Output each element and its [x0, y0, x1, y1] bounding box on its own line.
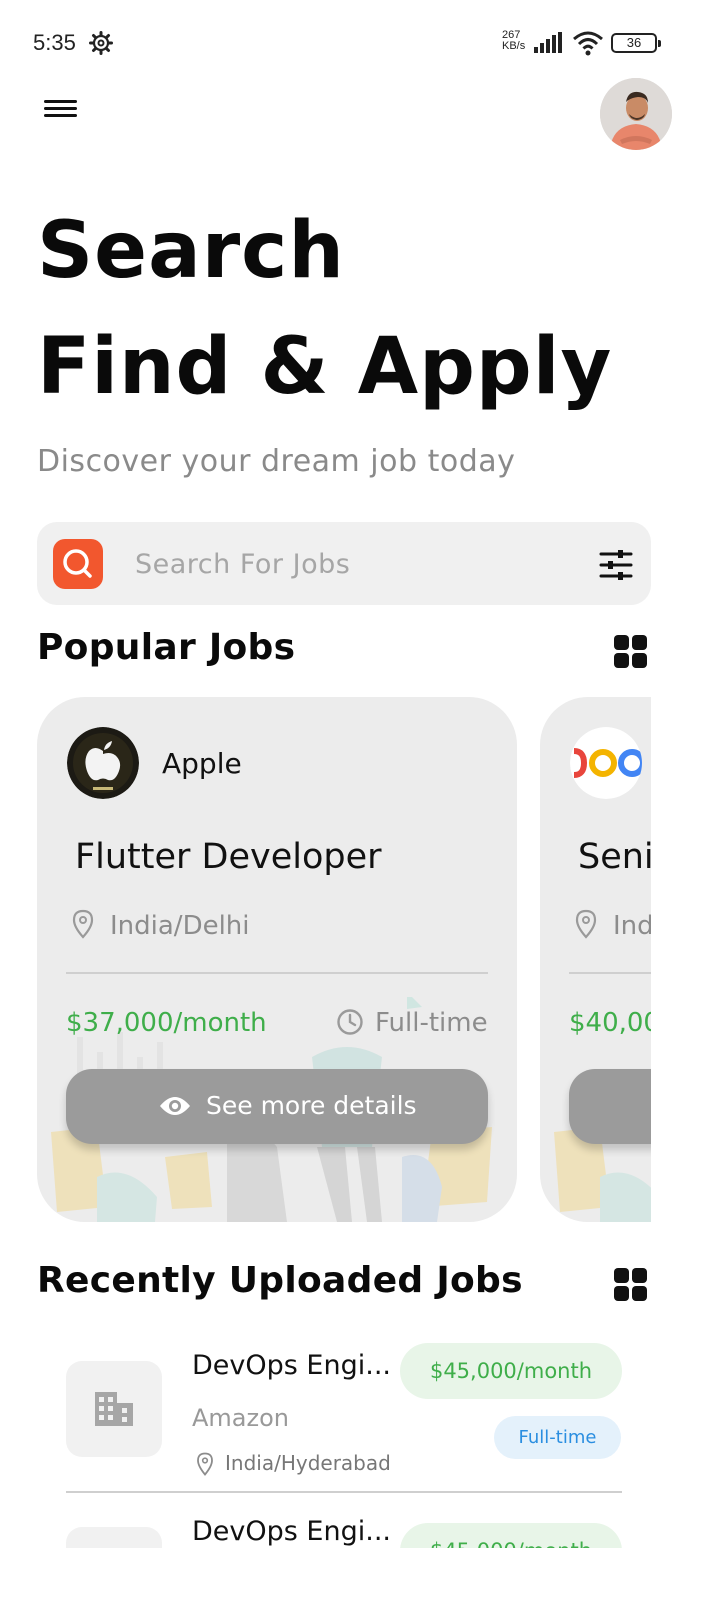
- recent-job-title: DevOps Engi...: [192, 1516, 391, 1547]
- card-divider: [569, 972, 651, 974]
- network-speed: 267 KB/s: [502, 30, 525, 52]
- hero-title-line1: Search: [37, 206, 345, 296]
- grid-cell: [614, 653, 629, 668]
- hero-title-line2: Find & Apply: [37, 322, 613, 412]
- popular-jobs-title: Popular Jobs: [37, 627, 296, 668]
- eye-icon: [160, 1097, 190, 1115]
- job-location: India/Delhi: [110, 911, 250, 941]
- grid-cell: [632, 635, 647, 650]
- recent-job-company: Amazon: [192, 1404, 289, 1432]
- location-pin-icon: [575, 909, 597, 939]
- recent-job-location: India/Hyderabad: [225, 1451, 391, 1475]
- google-logo-icon: [570, 727, 642, 799]
- grid-cell: [632, 653, 647, 668]
- battery-indicator: 36: [611, 33, 661, 53]
- network-speed-unit: KB/s: [502, 40, 526, 52]
- search-bar: [37, 522, 651, 605]
- see-more-details-button[interactable]: See more details: [66, 1069, 488, 1144]
- job-title: Senic: [578, 837, 651, 877]
- signal-icon: [534, 32, 562, 53]
- menu-icon[interactable]: [44, 96, 80, 126]
- recent-jobs-title: Recently Uploaded Jobs: [37, 1260, 523, 1301]
- building-icon: [95, 1392, 133, 1426]
- apple-logo-icon: [67, 727, 139, 799]
- gear-icon: [89, 31, 113, 55]
- search-icon: [63, 549, 92, 578]
- search-button[interactable]: [53, 539, 103, 589]
- job-salary: $40,00: [569, 1008, 651, 1038]
- apple-logo: [67, 727, 139, 799]
- grid-cell: [614, 1268, 629, 1283]
- grid-cell: [614, 635, 629, 650]
- location-pin-icon: [72, 909, 94, 939]
- status-bar: 5:35 267 KB/s 36: [0, 0, 702, 88]
- job-salary: $37,000/month: [66, 1008, 267, 1038]
- recent-job-title: DevOps Engi...: [192, 1350, 391, 1381]
- hero-subtitle: Discover your dream job today: [37, 444, 516, 479]
- grid-view-icon[interactable]: [614, 635, 648, 669]
- card-divider: [66, 972, 488, 974]
- avatar[interactable]: [600, 78, 672, 150]
- see-more-details-button[interactable]: [569, 1069, 651, 1144]
- job-type-badge: Full-time: [494, 1416, 621, 1459]
- grid-cell: [632, 1268, 647, 1283]
- popular-jobs-carousel[interactable]: Apple Flutter Developer India/Delhi $37,…: [37, 697, 651, 1222]
- location-pin-icon: [197, 1452, 213, 1476]
- menu-line: [44, 107, 77, 110]
- see-more-details-label: See more details: [206, 1091, 417, 1120]
- status-time: 5:35: [33, 30, 76, 55]
- recent-job-item[interactable]: DevOps Engi... Amazon India/Hyderabad $4…: [66, 1343, 622, 1480]
- filter-icon[interactable]: [599, 549, 633, 581]
- grid-cell: [614, 1286, 629, 1301]
- grid-view-icon[interactable]: [614, 1268, 648, 1302]
- search-input[interactable]: [135, 542, 565, 586]
- job-title: Flutter Developer: [75, 837, 382, 877]
- job-card[interactable]: Apple Flutter Developer India/Delhi $37,…: [37, 697, 517, 1222]
- clock-icon: [337, 1009, 363, 1035]
- menu-line: [44, 100, 77, 103]
- company-placeholder-logo: [66, 1361, 162, 1457]
- grid-cell: [632, 1286, 647, 1301]
- list-divider: [66, 1491, 622, 1493]
- company-name: Apple: [162, 747, 242, 780]
- salary-badge: $45,000/month: [400, 1343, 622, 1399]
- job-type: Full-time: [375, 1008, 488, 1038]
- bottom-mask: [0, 1548, 702, 1600]
- google-logo: [570, 727, 642, 799]
- avatar-image: [600, 78, 672, 150]
- wifi-icon: [573, 31, 603, 56]
- job-card[interactable]: Senic Ind $40,00: [540, 697, 651, 1222]
- job-location: Ind: [613, 911, 651, 941]
- menu-line: [44, 114, 77, 117]
